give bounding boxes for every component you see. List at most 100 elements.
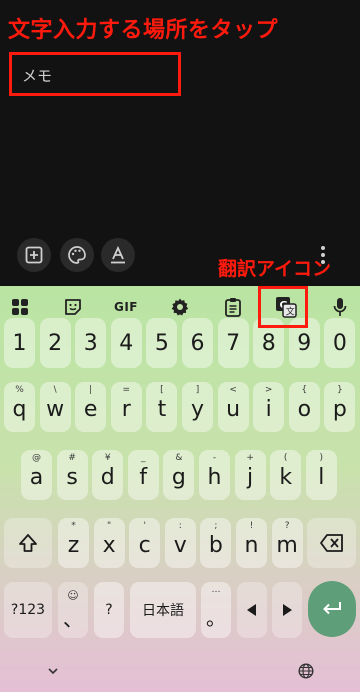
key-c[interactable]: ' c bbox=[129, 518, 161, 568]
backspace-key[interactable] bbox=[307, 518, 356, 568]
key-label: 4 bbox=[119, 330, 134, 356]
key-label: e bbox=[83, 396, 98, 422]
shift-key[interactable] bbox=[4, 518, 52, 568]
key-r[interactable]: = r bbox=[110, 382, 142, 432]
key-o[interactable]: {o bbox=[288, 382, 320, 432]
key-k[interactable]: (k bbox=[270, 450, 302, 500]
keyboard-nav-bar bbox=[0, 652, 360, 692]
emoji-comma-key[interactable]: ☺ 、 bbox=[58, 582, 88, 638]
key-hint: @ bbox=[32, 453, 41, 463]
key-2[interactable]: 2 bbox=[39, 318, 71, 368]
key-l[interactable]: ) l bbox=[305, 450, 337, 500]
key-b[interactable]: ; b bbox=[200, 518, 232, 568]
apps-grid-icon bbox=[12, 299, 28, 315]
question-key[interactable]: ? bbox=[94, 582, 124, 638]
key-hint: ) bbox=[319, 453, 324, 463]
sticker-icon bbox=[65, 299, 81, 315]
key-y[interactable]: ] y bbox=[182, 382, 213, 432]
key-hint: # bbox=[68, 453, 76, 463]
key-a[interactable]: @ a bbox=[21, 450, 52, 500]
key-j[interactable]: + j bbox=[234, 450, 266, 500]
key-q[interactable]: % q bbox=[4, 382, 35, 432]
add-box-icon bbox=[25, 246, 43, 264]
key-hint: } bbox=[337, 385, 343, 395]
key-7[interactable]: 7 bbox=[217, 318, 249, 368]
key-label: 6 bbox=[190, 330, 205, 356]
lang-label: 日本語 bbox=[142, 603, 184, 619]
key-g[interactable]: & g bbox=[163, 450, 195, 500]
key-label: b bbox=[208, 532, 223, 558]
key-h[interactable]: -h bbox=[199, 450, 230, 500]
period-key[interactable]: … 。 bbox=[201, 582, 231, 638]
globe-icon bbox=[298, 663, 314, 679]
key-0[interactable]: 0 bbox=[324, 318, 356, 368]
key-label: v bbox=[173, 532, 187, 558]
key-e[interactable]: | e bbox=[75, 382, 107, 432]
key-4[interactable]: 4 bbox=[110, 318, 142, 368]
key-hint: : bbox=[178, 521, 182, 531]
key-hint: ; bbox=[214, 521, 218, 531]
key-z[interactable]: * z bbox=[58, 518, 89, 568]
key-label: a bbox=[29, 464, 44, 490]
cursor-right-key[interactable] bbox=[272, 582, 302, 638]
key-label: h bbox=[207, 464, 222, 490]
symbols-key[interactable]: ?123 bbox=[4, 582, 52, 638]
key-5[interactable]: 5 bbox=[146, 318, 178, 368]
cursor-left-key[interactable] bbox=[237, 582, 267, 638]
clipboard-icon bbox=[225, 298, 241, 317]
key-label: 2 bbox=[48, 330, 63, 356]
period-hint: … bbox=[211, 585, 221, 595]
key-hint: " bbox=[107, 521, 112, 531]
note-input-area[interactable]: メモ bbox=[9, 52, 181, 96]
key-f[interactable]: _ f bbox=[127, 450, 159, 500]
text-format-button[interactable] bbox=[101, 238, 135, 272]
space-key[interactable]: 日本語 bbox=[130, 582, 196, 638]
key-label: f bbox=[139, 464, 148, 490]
key-1[interactable]: 1 bbox=[4, 318, 35, 368]
key-t[interactable]: [t bbox=[146, 382, 178, 432]
key-hint: { bbox=[301, 385, 308, 395]
key-6[interactable]: 6 bbox=[182, 318, 213, 368]
key-i[interactable]: > i bbox=[253, 382, 285, 432]
key-label: 7 bbox=[226, 330, 241, 356]
key-label: u bbox=[226, 396, 241, 422]
translate-highlight-box bbox=[258, 286, 308, 328]
key-s[interactable]: # s bbox=[56, 450, 88, 500]
emoji-hint: ☺ bbox=[67, 589, 79, 602]
key-p[interactable]: } p bbox=[324, 382, 356, 432]
key-d[interactable]: ¥ d bbox=[92, 450, 124, 500]
key-label: 8 bbox=[261, 330, 276, 356]
add-box-button[interactable] bbox=[17, 238, 51, 272]
key-v[interactable]: :v bbox=[164, 518, 196, 568]
key-hint: ! bbox=[249, 521, 254, 531]
key-hint: ¥ bbox=[104, 453, 111, 463]
note-placeholder: メモ bbox=[22, 67, 53, 85]
key-hint: ] bbox=[195, 385, 200, 395]
key-hint: > bbox=[264, 385, 273, 395]
language-switch-button[interactable] bbox=[296, 661, 316, 681]
key-label: c bbox=[138, 532, 151, 558]
key-label: t bbox=[157, 396, 167, 422]
shift-arrow-icon bbox=[19, 534, 37, 552]
key-label: 3 bbox=[83, 330, 98, 356]
key-label: j bbox=[247, 464, 254, 490]
key-n[interactable]: ! n bbox=[236, 518, 267, 568]
key-w[interactable]: \ w bbox=[39, 382, 71, 432]
enter-arrow-icon bbox=[323, 602, 341, 615]
key-u[interactable]: < u bbox=[217, 382, 249, 432]
key-label: 0 bbox=[332, 330, 347, 356]
enter-key[interactable] bbox=[308, 581, 356, 637]
key-m[interactable]: ? m bbox=[271, 518, 303, 568]
chevron-down-icon bbox=[48, 667, 58, 674]
palette-button[interactable] bbox=[60, 238, 94, 272]
collapse-keyboard-button[interactable] bbox=[44, 664, 62, 678]
key-label: i bbox=[265, 396, 272, 422]
key-label: m bbox=[276, 532, 298, 558]
key-hint: & bbox=[175, 453, 183, 463]
key-3[interactable]: 3 bbox=[75, 318, 107, 368]
key-label: l bbox=[318, 464, 325, 490]
key-hint: \ bbox=[53, 385, 57, 395]
key-x[interactable]: " x bbox=[93, 518, 125, 568]
keyboard: GIF G 文 1234567890 %q\w|e=r[t]y<u>i{o}p … bbox=[0, 286, 360, 692]
key-label: n bbox=[244, 532, 259, 558]
